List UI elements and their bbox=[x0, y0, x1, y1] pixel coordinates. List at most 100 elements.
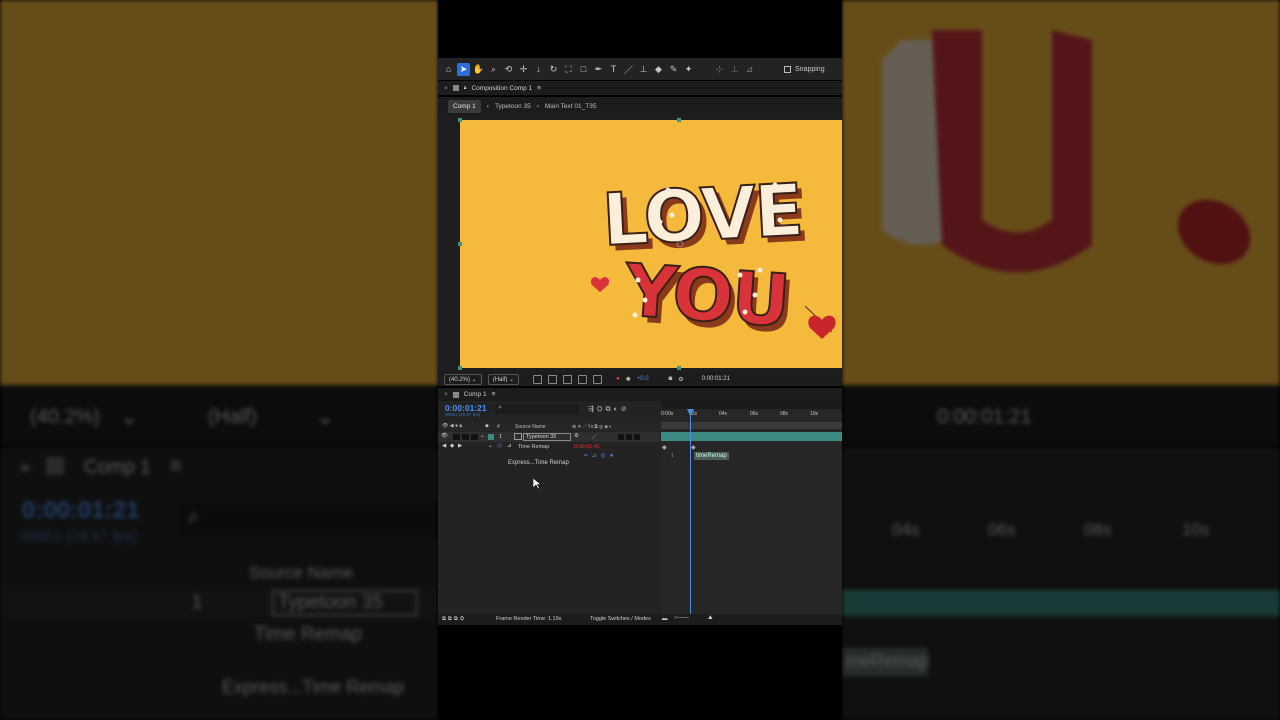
type-tool-icon[interactable]: T bbox=[607, 63, 620, 76]
fast-previews-icon[interactable] bbox=[533, 374, 543, 384]
label-color-swatch[interactable] bbox=[488, 434, 494, 440]
keyframe-icon[interactable]: ◆ bbox=[691, 444, 696, 451]
rectangle-tool-icon[interactable]: □ bbox=[577, 63, 590, 76]
stopwatch-icon[interactable]: ◷ bbox=[497, 443, 502, 449]
playhead[interactable] bbox=[690, 409, 691, 615]
region-of-interest-icon[interactable] bbox=[578, 374, 588, 384]
pen-tool-icon[interactable]: ✒ bbox=[592, 63, 605, 76]
layer-handle-top-left[interactable] bbox=[458, 118, 462, 122]
column-number: # bbox=[497, 424, 500, 430]
keyframe-toggle-icon[interactable]: ◆ bbox=[450, 443, 454, 449]
work-area-bar[interactable] bbox=[661, 401, 842, 409]
color-channels-icon[interactable]: ● bbox=[616, 376, 620, 382]
layer-handle-top-mid[interactable] bbox=[677, 118, 681, 122]
snapshot-icon[interactable]: ◙ bbox=[669, 376, 673, 382]
pan-camera-icon[interactable]: ✛ bbox=[517, 63, 530, 76]
switch-box-2[interactable] bbox=[626, 434, 632, 440]
grid-guides-icon[interactable] bbox=[593, 374, 603, 384]
close-icon[interactable]: × bbox=[444, 85, 448, 92]
collapse-switch-icon[interactable]: ⚙ bbox=[574, 433, 579, 439]
twirl-down-icon[interactable]: ⌄ bbox=[488, 443, 493, 449]
breadcrumb-comp-1[interactable]: Comp 1 bbox=[448, 99, 481, 113]
puppet-pin-icon[interactable]: ✦ bbox=[682, 63, 695, 76]
audio-toggle[interactable] bbox=[453, 434, 460, 440]
panel-menu-icon[interactable]: ≡ bbox=[537, 85, 541, 92]
layer-row[interactable]: 👁︎ ⌄ 1 Typetoon 35 ⚙ ／ bbox=[438, 432, 660, 442]
time-remap-row[interactable]: ◀ ◆ ▶ ⌄ ◷ ⊿ Time Remap 0:00:01:41 bbox=[438, 442, 660, 452]
roto-brush-icon[interactable]: ✎ bbox=[667, 63, 680, 76]
composition-title: Composition Comp 1 bbox=[471, 84, 533, 92]
home-icon[interactable]: ⌂ bbox=[442, 63, 455, 76]
switch-box-1[interactable] bbox=[618, 434, 624, 440]
zoom-tool-icon[interactable]: ⌕ bbox=[487, 63, 500, 76]
switch-box-3[interactable] bbox=[634, 434, 640, 440]
snapping-label: Snapping bbox=[795, 65, 825, 73]
timeline-graph-area[interactable]: 0:00s 02s 04s 06s 08s 10s ◆ ◆ 1 timeRema… bbox=[661, 401, 842, 625]
you-text: YOU bbox=[621, 248, 791, 343]
bg-ruler-08: 08s bbox=[1084, 520, 1112, 539]
clone-stamp-icon[interactable]: ⊥ bbox=[637, 63, 650, 76]
expression-controls[interactable]: =⊿◎● bbox=[584, 452, 617, 459]
viewer-timecode[interactable]: 0:00:01:21 bbox=[702, 376, 730, 382]
bg-letter-u bbox=[932, 30, 1092, 273]
orbit-camera-icon[interactable]: ⟲ bbox=[502, 63, 515, 76]
graph-icon[interactable]: ⊿ bbox=[507, 443, 512, 449]
transparency-grid-icon[interactable] bbox=[548, 374, 558, 384]
zoom-out-icon[interactable]: ▬ bbox=[662, 616, 668, 622]
mask-visibility-icon[interactable] bbox=[563, 374, 573, 384]
visibility-eye-icon[interactable]: 👁︎ bbox=[441, 433, 448, 439]
layer-handle-bottom-mid[interactable] bbox=[677, 366, 681, 370]
bg-fps: 00051 (29.97 fps) bbox=[20, 528, 138, 545]
footer-toggle-icons[interactable]: ⧉⧉⧉⚙ bbox=[442, 616, 466, 623]
snapping-toggle[interactable]: Snapping bbox=[784, 65, 825, 73]
lock-icon[interactable]: 🔒︎ bbox=[464, 85, 467, 91]
show-snapshot-icon[interactable]: ⚙ bbox=[678, 376, 683, 383]
layer-name-field[interactable]: Typetoon 35 bbox=[523, 433, 571, 441]
timeline-switch-icons[interactable]: ⇶⛭⧉◐⊘ bbox=[588, 405, 630, 414]
frame-rate: 00051 (29.97 fps) bbox=[445, 412, 481, 417]
zoom-dropdown[interactable]: (40.2%) ⌄ bbox=[444, 373, 482, 385]
eraser-tool-icon[interactable]: ◆ bbox=[652, 63, 665, 76]
layer-duration-bar[interactable] bbox=[661, 432, 842, 441]
layer-handle-left-mid[interactable] bbox=[458, 242, 462, 246]
bg-heart bbox=[1177, 199, 1251, 265]
zoom-slider[interactable]: ○─── bbox=[674, 615, 689, 621]
color-management-icon[interactable]: ✺ bbox=[626, 376, 631, 383]
breadcrumb-typetoon-35[interactable]: Typetoon 35 bbox=[495, 103, 531, 110]
zoom-in-icon[interactable]: ⛰ bbox=[708, 615, 713, 622]
quality-switch-icon[interactable]: ／ bbox=[591, 433, 597, 441]
close-icon[interactable]: × bbox=[444, 391, 448, 398]
bg-col-source: Source Name bbox=[249, 563, 353, 582]
twirl-down-icon[interactable]: ⌄ bbox=[480, 433, 485, 439]
snapping-checkbox[interactable] bbox=[784, 65, 791, 73]
expression-editor[interactable]: timeRemap bbox=[694, 452, 729, 460]
dolly-camera-icon[interactable]: ↓ bbox=[532, 63, 545, 76]
composition-viewer[interactable]: LOVE LOVE YOU YOU bbox=[460, 120, 842, 368]
prev-keyframe-icon[interactable]: ◀ bbox=[442, 443, 446, 449]
solo-toggle[interactable] bbox=[462, 434, 469, 440]
layer-handle-bottom-left[interactable] bbox=[458, 366, 462, 370]
artwork-svg: LOVE LOVE YOU YOU bbox=[590, 167, 836, 349]
panel-menu-icon[interactable]: ≡ bbox=[492, 391, 496, 398]
ruler-label-04: 04s bbox=[719, 411, 728, 417]
bg-ruler-10: 10s bbox=[1182, 520, 1210, 539]
next-keyframe-icon[interactable]: ▶ bbox=[458, 443, 462, 449]
column-source-name[interactable]: Source Name bbox=[515, 424, 546, 430]
layer-search-input[interactable]: ⌕ bbox=[495, 404, 579, 414]
breadcrumb-separator-icon: ‹ bbox=[536, 102, 539, 110]
brush-tool-icon[interactable]: ／ bbox=[622, 63, 635, 76]
toggle-switches-modes[interactable]: Toggle Switches / Modes bbox=[590, 616, 651, 622]
keyframe-start-icon[interactable]: ◆ bbox=[662, 444, 667, 451]
navigator-bar[interactable] bbox=[661, 422, 842, 429]
bg-expr-text: meRemap bbox=[846, 651, 930, 671]
resolution-dropdown[interactable]: (Half) ⌄ bbox=[487, 373, 520, 385]
selection-tool-icon[interactable]: ➤ bbox=[457, 62, 470, 76]
hand-tool-icon[interactable]: ✋ bbox=[472, 63, 485, 76]
exposure-value[interactable]: +0.0 bbox=[637, 376, 649, 382]
bg-chevron-icon-2: ⌄ bbox=[316, 404, 335, 429]
breadcrumb-main-text[interactable]: Main Text 01_T35 bbox=[545, 103, 597, 110]
lock-toggle[interactable] bbox=[471, 434, 478, 440]
pan-behind-icon[interactable]: ⛶ bbox=[562, 63, 575, 76]
rotate-tool-icon[interactable]: ↻ bbox=[547, 63, 560, 76]
time-remap-value[interactable]: 0:00:01:41 bbox=[574, 444, 600, 450]
